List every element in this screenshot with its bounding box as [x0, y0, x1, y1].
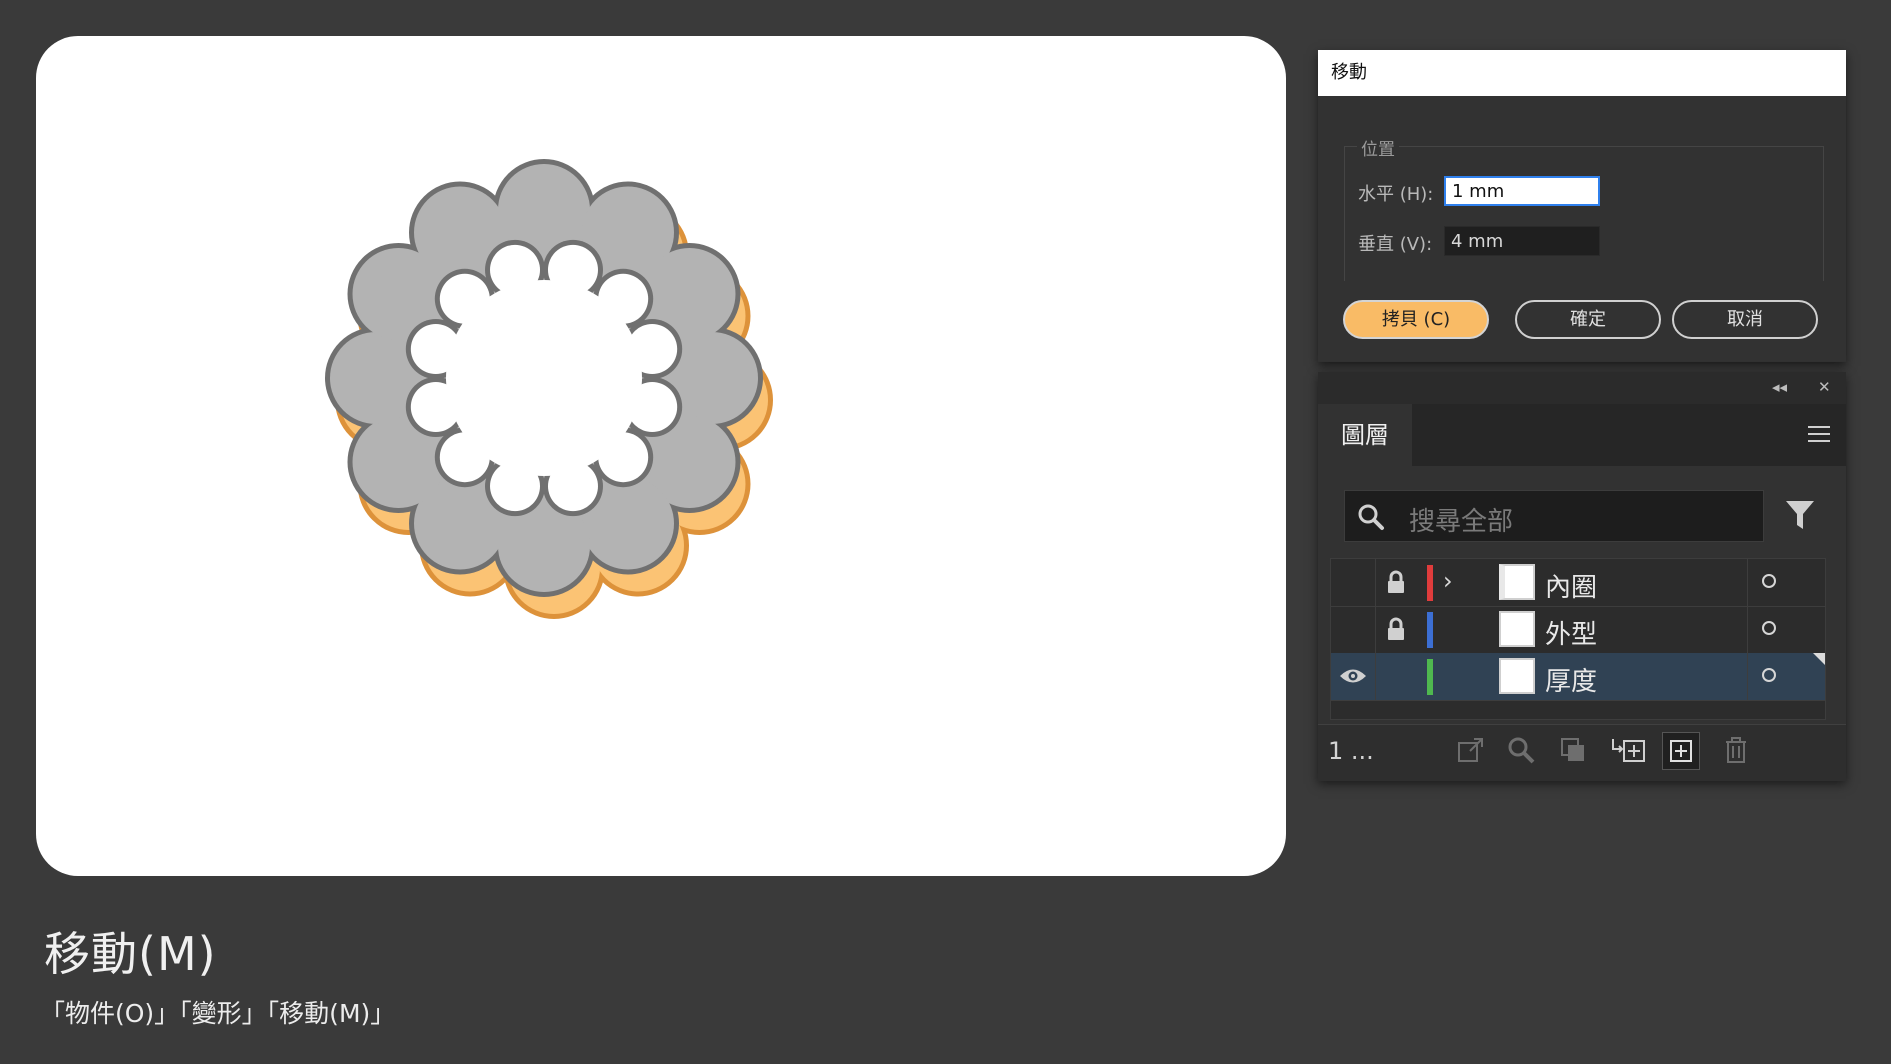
filter-icon[interactable] [1784, 498, 1816, 532]
layer-name: 厚度 [1545, 667, 1598, 697]
layer-thumbnail [1499, 611, 1535, 647]
lock-toggle[interactable] [1375, 606, 1419, 653]
cancel-button[interactable]: 取消 [1672, 300, 1818, 339]
horizontal-input[interactable] [1444, 176, 1600, 206]
artboard [36, 36, 1286, 876]
visibility-toggle[interactable] [1331, 653, 1376, 700]
horizontal-label: 水平 (H): [1358, 184, 1434, 205]
move-dialog: 移動 位置 水平 (H): 垂直 (V): 拷貝 (C) 確定 取消 [1318, 50, 1846, 362]
layer-thumbnail [1499, 658, 1535, 694]
search-icon [1358, 504, 1384, 530]
copy-button[interactable]: 拷貝 (C) [1343, 300, 1489, 339]
close-icon[interactable]: ✕ [1818, 378, 1831, 396]
new-layer-icon [1670, 740, 1692, 762]
position-group-label: 位置 [1357, 135, 1399, 160]
layer-thumbnail [1499, 564, 1535, 600]
trash-icon[interactable] [1722, 735, 1750, 765]
search-placeholder: 搜尋全部 [1409, 507, 1514, 537]
target-circle-icon [1762, 621, 1776, 635]
caption-menu-path: 「物件(O)」「變形」「移動(M)」 [40, 999, 396, 1028]
layer-row[interactable]: 厚度 [1331, 653, 1825, 701]
lock-icon [1388, 570, 1404, 593]
layer-color-bar [1427, 612, 1433, 648]
panel-tab-row: 圖層 [1318, 404, 1846, 466]
layer-target[interactable] [1747, 559, 1826, 606]
panel-menu-icon[interactable] [1808, 426, 1830, 447]
layer-name: 內圈 [1545, 573, 1598, 603]
lock-icon [1388, 617, 1404, 640]
visibility-toggle[interactable] [1331, 559, 1376, 606]
layer-target[interactable] [1747, 606, 1826, 653]
panel-footer: 1 ... [1318, 724, 1846, 781]
layer-row[interactable]: 外型 [1331, 606, 1825, 654]
lock-toggle[interactable] [1375, 559, 1419, 606]
visibility-toggle[interactable] [1331, 606, 1376, 653]
target-circle-icon [1762, 574, 1776, 588]
locate-object-icon[interactable] [1506, 735, 1536, 765]
new-sublayer-icon[interactable] [1610, 735, 1646, 765]
lock-toggle[interactable] [1375, 653, 1419, 700]
layer-search-input[interactable]: 搜尋全部 [1344, 490, 1764, 542]
tab-layers[interactable]: 圖層 [1318, 404, 1412, 466]
layer-color-bar [1427, 565, 1433, 601]
panel-header-strip: ◂◂ ✕ [1318, 372, 1846, 404]
vertical-label: 垂直 (V): [1358, 234, 1433, 255]
expand-chevron-icon[interactable]: › [1443, 567, 1453, 595]
ok-button[interactable]: 確定 [1515, 300, 1661, 339]
layers-panel: ◂◂ ✕ 圖層 搜尋全部 › 內圈 外型 厚度 1 ... [1318, 372, 1846, 781]
eye-icon [1340, 669, 1366, 683]
donut-artwork [325, 159, 773, 619]
target-circle-icon [1762, 668, 1776, 682]
layer-color-bar [1427, 659, 1433, 695]
new-layer-button[interactable] [1662, 732, 1700, 770]
selection-indicator [1813, 653, 1825, 665]
dialog-title: 移動 [1318, 50, 1846, 96]
vertical-input[interactable] [1444, 226, 1600, 256]
layer-list: › 內圈 外型 厚度 [1330, 558, 1826, 720]
layer-count: 1 ... [1328, 737, 1374, 765]
ring-hole [446, 280, 642, 476]
position-group [1344, 146, 1824, 281]
layer-row[interactable]: › 內圈 [1331, 559, 1825, 607]
layer-name: 外型 [1545, 620, 1598, 650]
clipping-mask-icon[interactable] [1558, 735, 1588, 765]
export-icon[interactable] [1456, 735, 1486, 765]
caption-title: 移動(M) [44, 927, 217, 981]
collapse-icon[interactable]: ◂◂ [1772, 378, 1787, 396]
